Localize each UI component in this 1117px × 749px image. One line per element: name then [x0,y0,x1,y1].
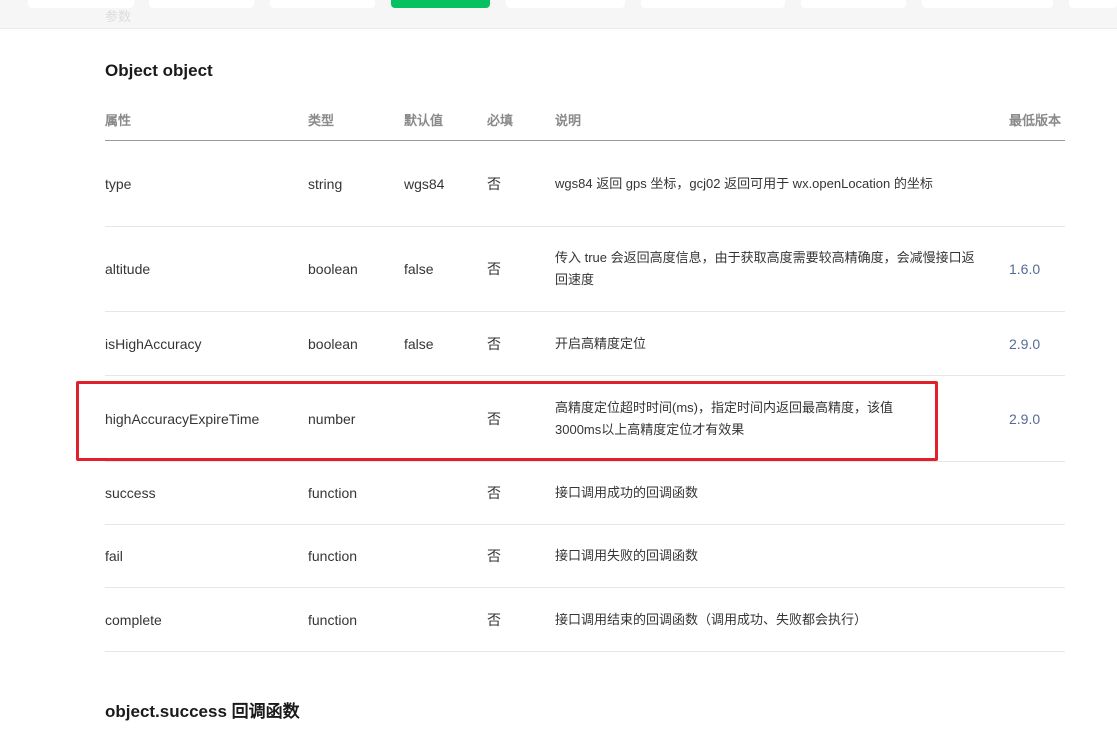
cell-name: success [105,485,156,501]
table-row: fail function 否 接口调用失败的回调函数 [105,525,1065,588]
cell-desc: 开启高精度定位 [555,335,647,351]
cell-name: complete [105,611,162,628]
top-nav: 参数 [0,0,1117,29]
nav-tab[interactable] [506,0,625,8]
cell-default: false [404,261,434,277]
cell-required: 否 [487,175,501,192]
header-version: 最低版本 [1009,113,1062,128]
nav-tab[interactable] [149,0,254,8]
cell-version[interactable]: 2.9.0 [1009,376,1040,461]
cell-required: 否 [487,611,501,628]
cell-type: number [308,410,356,427]
cell-name: fail [105,548,123,564]
doc-page: 参数 Object object 属性 类型 默认值 必填 说明 最低版本 ty… [0,0,1117,749]
cell-name: isHighAccuracy [105,335,202,352]
cell-desc: 接口调用失败的回调函数 [555,548,699,563]
table-row: complete function 否 接口调用结束的回调函数（调用成功、失败都… [105,588,1065,652]
nav-tab[interactable] [28,0,134,8]
cell-required: 否 [487,548,501,564]
cell-version[interactable]: 1.6.0 [1009,227,1040,311]
nav-tab[interactable] [922,0,1053,8]
table-row: type string wgs84 否 wgs84 返回 gps 坐标，gcj0… [105,141,1065,227]
cell-desc: 接口调用结束的回调函数（调用成功、失败都会执行） [555,611,868,627]
cell-type: boolean [308,261,358,277]
params-table: 属性 类型 默认值 必填 说明 最低版本 type string wgs84 否… [105,98,1065,652]
table-row: altitude boolean false 否 传入 true 会返回高度信息… [105,227,1065,312]
cell-required: 否 [487,335,501,352]
cell-name: highAccuracyExpireTime [105,410,260,427]
section-title: Object object [105,61,213,80]
cell-default: wgs84 [404,175,445,192]
table-row: success function 否 接口调用成功的回调函数 [105,462,1065,525]
nav-tab[interactable] [1069,0,1117,8]
cell-name: type [105,175,132,192]
cell-type: function [308,485,358,501]
table-header: 属性 类型 默认值 必填 说明 最低版本 [105,98,1065,141]
nav-tab[interactable] [801,0,906,8]
cell-default: false [404,335,434,352]
table-row: highAccuracyExpireTime number 否 高精度定位超时时… [105,376,1065,462]
header-desc: 说明 [555,113,582,128]
nav-tab[interactable] [270,0,375,8]
cell-desc: 高精度定位超时时间(ms)，指定时间内返回最高精度，该值3000ms以上高精度定… [555,399,893,437]
cell-type: boolean [308,335,358,352]
header-name: 属性 [105,113,132,128]
cell-required: 否 [487,261,501,277]
nav-tab[interactable] [641,0,785,8]
cell-desc: 传入 true 会返回高度信息，由于获取高度需要较高精确度，会减慢接口返回速度 [555,250,975,287]
cell-desc: 接口调用成功的回调函数 [555,485,699,500]
cell-type: function [308,548,358,564]
cell-type: string [308,175,343,192]
section-title-success: object.success 回调函数 [105,702,300,721]
cell-desc: wgs84 返回 gps 坐标，gcj02 返回可用于 wx.openLocat… [555,175,933,191]
cell-required: 否 [487,410,501,427]
header-default: 默认值 [404,113,444,128]
cell-name: altitude [105,261,151,277]
header-type: 类型 [308,113,335,128]
cell-type: function [308,611,358,628]
header-required: 必填 [487,113,514,128]
table-row: isHighAccuracy boolean false 否 开启高精度定位 2… [105,312,1065,376]
nav-faint-label: 参数 [105,9,132,24]
nav-tab-active[interactable] [391,0,490,8]
cell-version[interactable]: 2.9.0 [1009,312,1040,375]
cell-required: 否 [487,485,501,501]
